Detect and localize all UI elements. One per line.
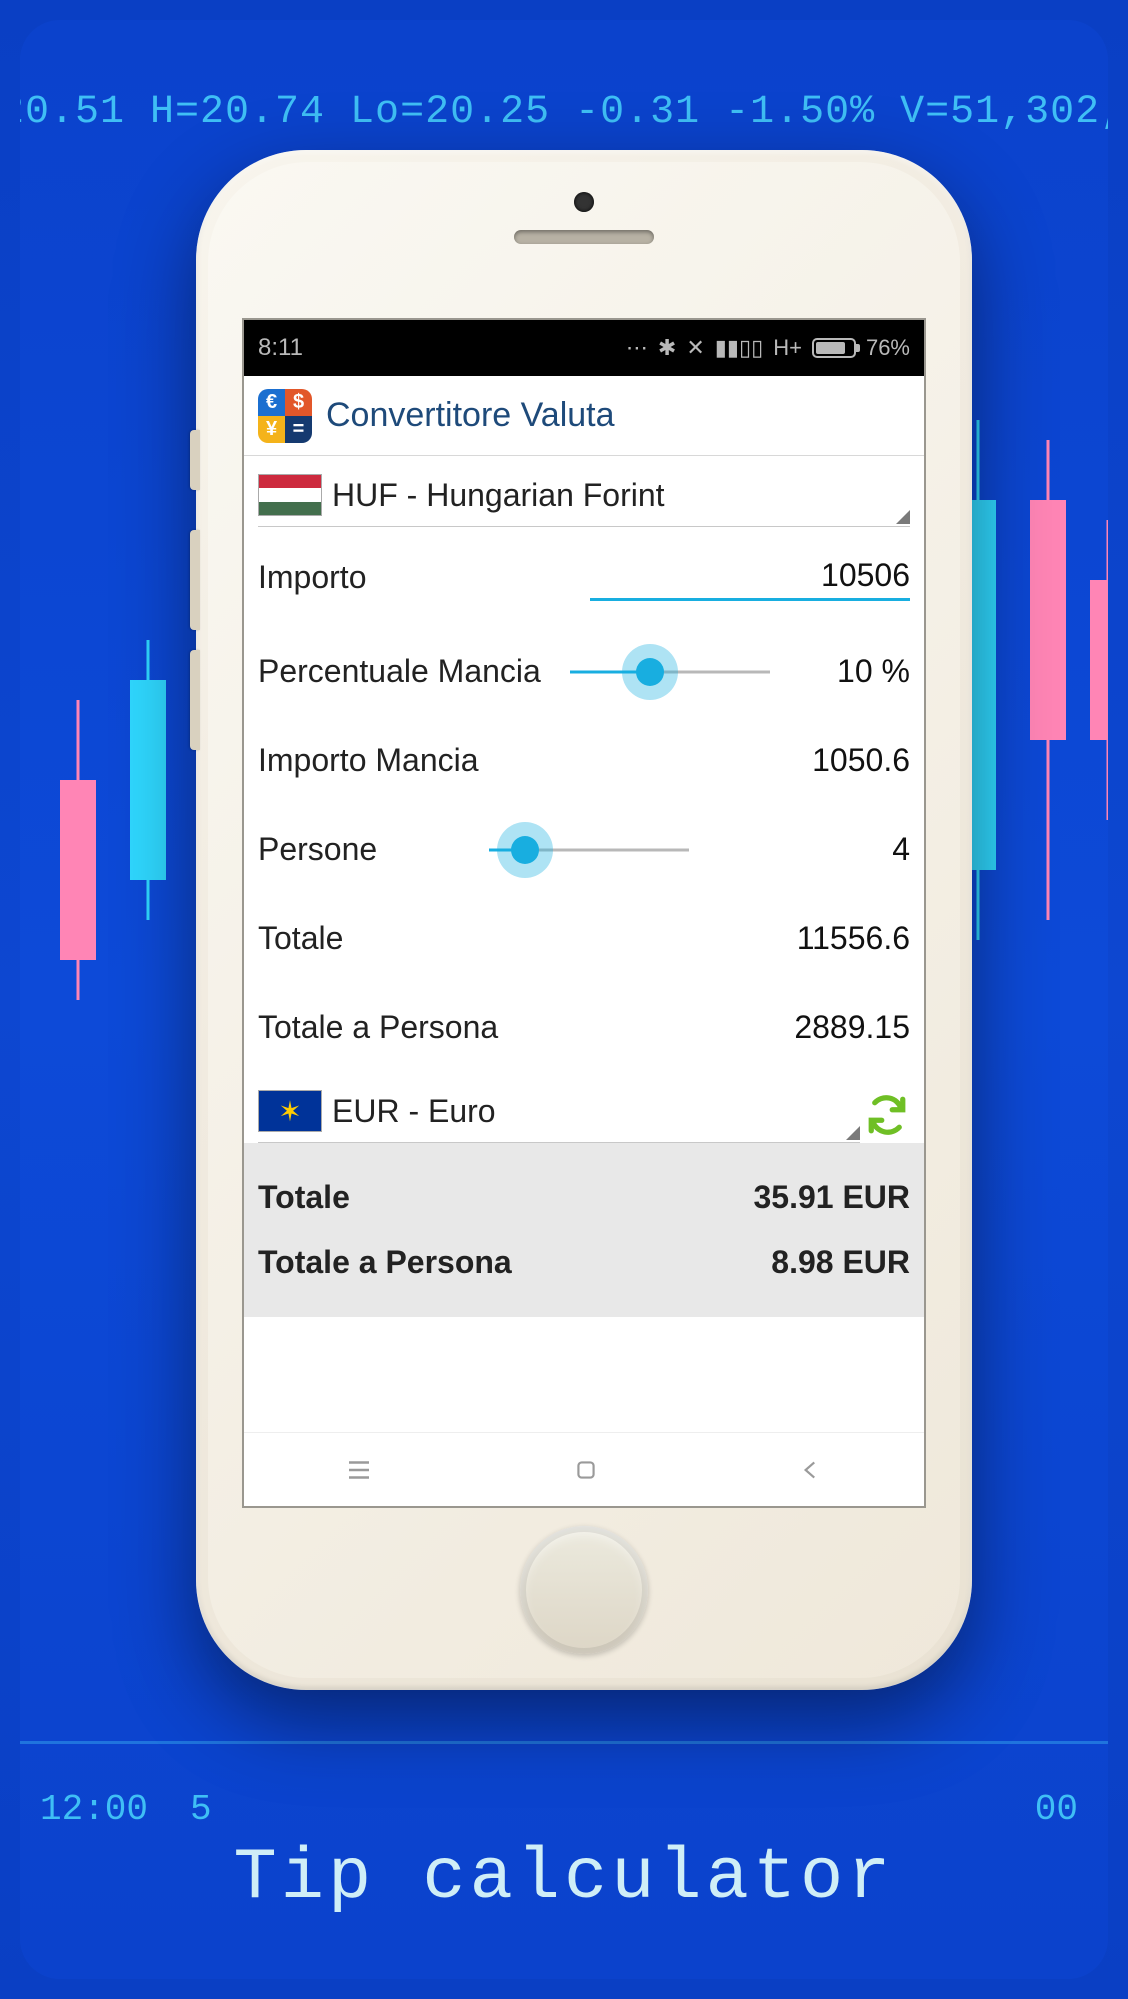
importo-label: Importo — [258, 559, 366, 596]
tip-percent-slider[interactable] — [570, 654, 770, 690]
phone-camera — [574, 192, 594, 212]
android-nav-bar — [244, 1432, 924, 1506]
phone-frame: 8:11 ⋯ ✱ ✕ ▮▮▯▯ H+ 76% € $ ¥ = — [196, 150, 972, 1690]
importo-row: Importo — [258, 527, 910, 627]
promo-background: 20.51 H=20.74 Lo=20.25 -0.31 -1.50% V=51… — [20, 20, 1108, 1979]
home-button[interactable] — [520, 1526, 648, 1654]
importo-input[interactable] — [590, 553, 910, 601]
totale-persona-value: 2889.15 — [794, 1009, 910, 1046]
chevron-down-icon — [896, 510, 910, 524]
totale-value: 11556.6 — [797, 920, 910, 957]
summary-totale-persona-label: Totale a Persona — [258, 1244, 512, 1281]
battery-pct: 76% — [866, 335, 910, 361]
nav-home-icon[interactable] — [573, 1457, 599, 1483]
percentuale-mancia-row: Percentuale Mancia 10 % — [258, 627, 910, 716]
summary-totale-value: 35.91 EUR — [753, 1179, 910, 1216]
app-title: Convertitore Valuta — [326, 396, 615, 435]
summary-totale-row: Totale 35.91 EUR — [258, 1165, 910, 1230]
nav-back-icon[interactable] — [798, 1457, 824, 1483]
importo-mancia-value: 1050.6 — [812, 742, 910, 779]
vibrate-icon: ✕ — [686, 335, 704, 361]
app-header: € $ ¥ = Convertitore Valuta — [244, 376, 924, 456]
summary-totale-label: Totale — [258, 1179, 350, 1216]
phone-screen: 8:11 ⋯ ✱ ✕ ▮▮▯▯ H+ 76% € $ ¥ = — [242, 318, 926, 1508]
summary-panel: Totale 35.91 EUR Totale a Persona 8.98 E… — [244, 1143, 924, 1317]
persone-label: Persone — [258, 831, 377, 868]
chevron-down-icon — [846, 1126, 860, 1140]
status-time: 8:11 — [258, 334, 303, 362]
refresh-icon[interactable] — [866, 1094, 908, 1136]
persone-slider[interactable] — [489, 832, 689, 868]
totale-label: Totale — [258, 920, 343, 957]
phone-speaker — [514, 230, 654, 244]
totale-persona-label: Totale a Persona — [258, 1009, 498, 1046]
flag-eu-icon: ✶ — [258, 1090, 322, 1132]
summary-totale-persona-value: 8.98 EUR — [771, 1244, 910, 1281]
summary-totale-persona-row: Totale a Persona 8.98 EUR — [258, 1230, 910, 1295]
target-currency-selector[interactable]: ✶ EUR - Euro — [258, 1072, 860, 1143]
persone-row: Persone 4 — [258, 805, 910, 894]
importo-mancia-row: Importo Mancia 1050.6 — [258, 716, 910, 805]
persone-value: 4 — [800, 831, 910, 868]
app-icon: € $ ¥ = — [258, 389, 312, 443]
percentuale-mancia-value: 10 % — [800, 653, 910, 690]
battery-icon — [812, 338, 856, 358]
ticker-text: 20.51 H=20.74 Lo=20.25 -0.31 -1.50% V=51… — [20, 90, 1108, 135]
status-dots-icon: ⋯ — [626, 335, 648, 361]
importo-mancia-label: Importo Mancia — [258, 742, 479, 779]
status-bar: 8:11 ⋯ ✱ ✕ ▮▮▯▯ H+ 76% — [244, 320, 924, 376]
caption: Tip calculator — [20, 1837, 1108, 1919]
target-currency-label: EUR - Euro — [332, 1093, 496, 1130]
source-currency-label: HUF - Hungarian Forint — [332, 477, 665, 514]
network-label: H+ — [773, 335, 802, 361]
bluetooth-icon: ✱ — [658, 335, 676, 361]
signal-icon: ▮▮▯▯ — [715, 335, 763, 361]
percentuale-mancia-label: Percentuale Mancia — [258, 653, 541, 690]
flag-hungary-icon — [258, 474, 322, 516]
source-currency-selector[interactable]: HUF - Hungarian Forint — [258, 456, 910, 527]
totale-persona-row: Totale a Persona 2889.15 — [258, 983, 910, 1072]
nav-recent-icon[interactable] — [344, 1455, 374, 1485]
totale-row: Totale 11556.6 — [258, 894, 910, 983]
chart-axis — [20, 1741, 1108, 1744]
